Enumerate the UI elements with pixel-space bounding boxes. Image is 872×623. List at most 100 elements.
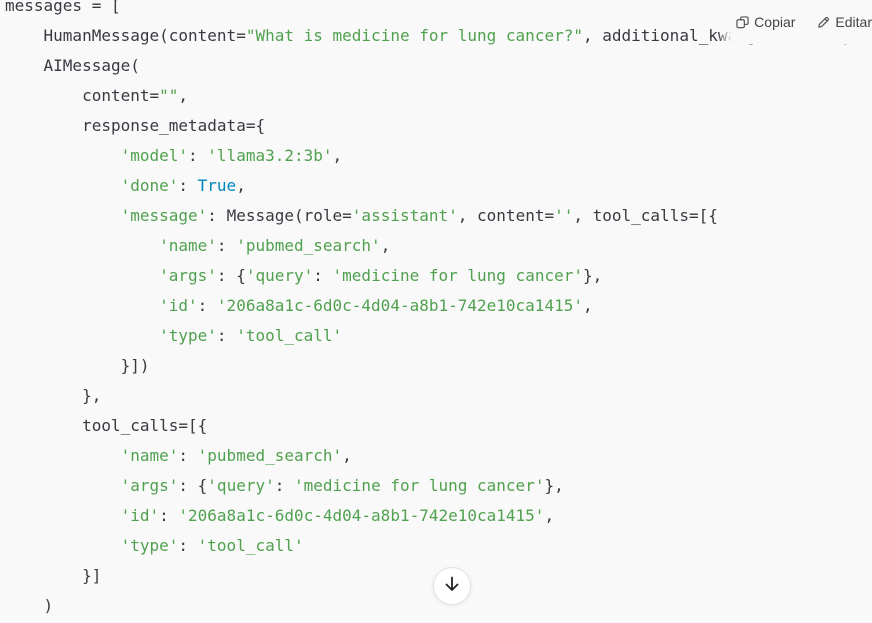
- code-token: :: [178, 176, 198, 195]
- code-token: :: [216, 236, 237, 255]
- code-line: 'name': 'pubmed_search',: [5, 441, 872, 471]
- code-token: :: [178, 446, 198, 465]
- code-token: HumanMessage(content=: [5, 26, 246, 45]
- code-toolbar: Copiar Editar: [718, 0, 872, 44]
- code-token: },: [544, 476, 564, 495]
- code-token: }]): [5, 356, 150, 375]
- copy-label: Copiar: [754, 14, 796, 30]
- string-token: '206a8a1c-6d0c-4d04-a8b1-742e10ca1415': [216, 296, 583, 315]
- code-token: response_metadata={: [5, 116, 266, 135]
- code-line: content="",: [5, 81, 872, 111]
- code-token: ,: [236, 176, 246, 195]
- code-line: tool_calls=[{: [5, 411, 872, 441]
- string-token: 'tool_call': [236, 326, 343, 345]
- arrow-down-icon: [443, 575, 461, 598]
- string-token: 'name': [120, 446, 179, 465]
- code-token: , content=: [457, 206, 555, 225]
- code-token: content=: [5, 86, 160, 105]
- string-token: 'type': [120, 536, 179, 555]
- string-token: 'llama3.2:3b': [207, 146, 333, 165]
- string-token: 'args': [120, 476, 179, 495]
- code-line: 'done': True,: [5, 171, 872, 201]
- code-line: 'id': '206a8a1c-6d0c-4d04-a8b1-742e10ca1…: [5, 291, 872, 321]
- code-token: :: [197, 296, 217, 315]
- code-line: 'message': Message(role='assistant', con…: [5, 201, 872, 231]
- string-token: 'id': [159, 296, 198, 315]
- code-line: 'type': 'tool_call': [5, 531, 872, 561]
- string-token: 'assistant': [351, 206, 458, 225]
- edit-label: Editar: [835, 14, 872, 30]
- copy-icon: [736, 15, 749, 29]
- edit-button[interactable]: Editar: [817, 14, 872, 30]
- code-token: ,: [178, 86, 189, 105]
- string-token: "": [159, 86, 179, 105]
- string-token: 'medicine for lung cancer': [294, 476, 545, 495]
- string-token: 'tool_call': [197, 536, 304, 555]
- code-line: 'type': 'tool_call': [5, 321, 872, 351]
- code-token: :: [313, 266, 333, 285]
- code-token: }]: [5, 566, 102, 585]
- string-token: 'name': [159, 236, 217, 255]
- keyword-token: True: [197, 176, 237, 195]
- string-token: 'type': [159, 326, 217, 345]
- code-token: ,: [342, 446, 352, 465]
- string-token: 'pubmed_search': [197, 446, 343, 465]
- code-token: :: [216, 326, 237, 345]
- string-token: 'query': [207, 476, 275, 495]
- code-line: 'id': '206a8a1c-6d0c-4d04-a8b1-742e10ca1…: [5, 501, 872, 531]
- code-line: 'args': {'query': 'medicine for lung can…: [5, 261, 872, 291]
- code-token: :: [178, 536, 198, 555]
- code-line: 'args': {'query': 'medicine for lung can…: [5, 471, 872, 501]
- string-token: '': [554, 206, 574, 225]
- code-token: ): [5, 596, 54, 615]
- code-line: response_metadata={: [5, 111, 872, 141]
- code-token: : {: [178, 476, 208, 495]
- string-token: 'message': [120, 206, 208, 225]
- code-content: messages = [ HumanMessage(content="What …: [5, 0, 872, 621]
- string-token: 'query': [245, 266, 314, 285]
- code-line: },: [5, 381, 872, 411]
- string-token: '206a8a1c-6d0c-4d04-a8b1-742e10ca1415': [178, 506, 545, 525]
- pencil-icon: [817, 16, 830, 29]
- string-token: 'pubmed_search': [236, 236, 381, 255]
- code-line: }]): [5, 351, 872, 381]
- code-token: },: [5, 386, 102, 405]
- code-token: tool_calls=[{: [5, 416, 208, 435]
- code-line: AIMessage(: [5, 51, 872, 81]
- code-token: ,: [544, 506, 555, 525]
- code-token: , tool_calls=[{: [573, 206, 718, 225]
- code-token: },: [582, 266, 603, 285]
- code-block: messages = [ HumanMessage(content="What …: [0, 0, 872, 623]
- code-token: messages = [: [5, 0, 121, 15]
- string-token: 'args': [159, 266, 217, 285]
- string-token: "What is medicine for lung cancer?": [245, 26, 583, 45]
- code-token: :: [188, 146, 208, 165]
- string-token: 'model': [120, 146, 189, 165]
- code-line: 'name': 'pubmed_search',: [5, 231, 872, 261]
- code-token: AIMessage(: [5, 56, 140, 75]
- code-token: :: [159, 506, 179, 525]
- string-token: 'medicine for lung cancer': [332, 266, 583, 285]
- code-token: : Message(role=: [207, 206, 352, 225]
- copy-button[interactable]: Copiar: [736, 14, 795, 30]
- code-token: ,: [380, 236, 391, 255]
- scroll-to-bottom-button[interactable]: [433, 567, 471, 605]
- string-token: 'id': [120, 506, 160, 525]
- code-token: ,: [332, 146, 343, 165]
- string-token: 'done': [120, 176, 179, 195]
- code-token: :: [274, 476, 294, 495]
- code-token: ,: [582, 296, 593, 315]
- code-line: 'model': 'llama3.2:3b',: [5, 141, 872, 171]
- code-token: : {: [216, 266, 246, 285]
